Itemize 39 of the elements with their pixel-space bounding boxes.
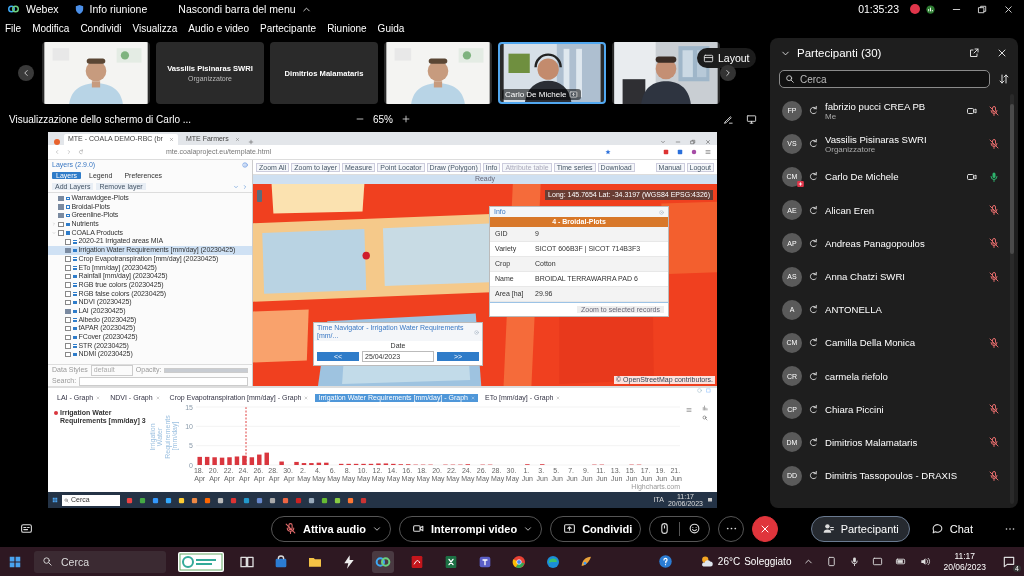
participant-name: carmela riefolo — [825, 370, 889, 382]
participant-name: Camilla Della Monica — [825, 337, 917, 349]
participant-role: Me — [825, 111, 838, 121]
zoom-level: 65% — [373, 113, 393, 125]
menu-item[interactable]: Visualizza — [132, 22, 178, 34]
video-tile[interactable]: Carlo De Michele — [498, 42, 606, 104]
meeting-timer: 01:35:23 — [858, 3, 899, 15]
menu-item[interactable]: File — [5, 22, 22, 34]
weather-widget[interactable]: 26°C Soleggiato — [698, 554, 792, 569]
menu-item[interactable]: Guida — [377, 22, 405, 34]
panel-title: Partecipanti (30) — [797, 47, 882, 59]
hide-menu-button[interactable]: Nascondi barra del menu — [178, 3, 296, 15]
participant-name: Andreas Panagopoulos — [825, 237, 926, 249]
participant-name: fabrizio pucci CREA PB — [825, 100, 927, 112]
participant-name: Carlo De Michele — [505, 90, 567, 99]
layout-button[interactable]: Layout — [697, 48, 756, 68]
search-field[interactable]: Cerca — [34, 550, 166, 573]
meeting-info-link[interactable]: Info riunione — [89, 3, 148, 15]
participants-button[interactable]: Partecipanti — [810, 515, 910, 542]
menu-item[interactable]: Modifica — [32, 22, 70, 34]
participant-name: Carlo De Michele — [825, 171, 900, 183]
participant-role: Organizzatore — [825, 144, 877, 154]
clock-date: 20/06/2023 — [943, 561, 986, 573]
participant-name: ANTONELLA — [825, 304, 883, 316]
menu-item[interactable]: Condividi — [80, 22, 122, 34]
chat-button[interactable]: Chat — [919, 515, 984, 542]
clock-time: 11:17 — [954, 550, 976, 562]
search-field[interactable]: Cerca — [779, 70, 990, 88]
participant-name: Dimitris Tassopoulos - DRAXIS — [825, 470, 959, 482]
participant-name: Dimitrios Malamataris — [825, 436, 919, 448]
participant-name: Vassilis Pisinaras SWRI — [825, 133, 928, 145]
participant-name: Alican Eren — [825, 204, 876, 216]
menu-item[interactable]: Riunione — [327, 22, 367, 34]
participant-name: Anna Chatzi SWRI — [825, 271, 906, 283]
share-title: Visualizzazione dello schermo di Carlo ... — [9, 113, 192, 125]
menu-item[interactable]: Audio e video — [188, 22, 249, 34]
menu-item[interactable]: Partecipante — [259, 22, 317, 34]
app-name: Webex — [26, 3, 59, 15]
participant-name: Chiara Piccini — [825, 403, 885, 415]
